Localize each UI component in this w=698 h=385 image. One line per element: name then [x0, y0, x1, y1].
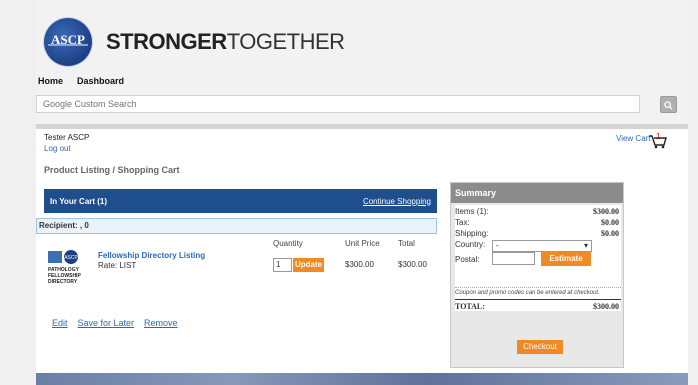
total-value: $300.00 [593, 302, 619, 311]
postal-input[interactable] [492, 252, 535, 265]
line-total: $300.00 [398, 260, 427, 269]
tax-label: Tax: [455, 218, 470, 227]
recipient-text: Recipient: , 0 [39, 221, 89, 230]
unit-price: $300.00 [345, 260, 374, 269]
page: ASCP STRONGERTOGETHER Home Dashboard Tes… [36, 0, 688, 385]
product-name-link[interactable]: Fellowship Directory Listing [98, 251, 205, 260]
summary-title: Summary [451, 183, 623, 203]
nav-dashboard[interactable]: Dashboard [77, 76, 124, 86]
search-button[interactable] [660, 96, 677, 113]
tagline-light: TOGETHER [226, 29, 345, 54]
cart-title: In Your Cart (1) [50, 196, 108, 206]
logo-text: ASCP [51, 32, 85, 47]
view-cart-link[interactable]: View Cart [616, 134, 651, 143]
footer-banner [36, 373, 688, 385]
col-unit-price: Unit Price [345, 239, 380, 248]
continue-shopping-link[interactable]: Continue Shopping [363, 197, 431, 206]
cart-header: In Your Cart (1) Continue Shopping [44, 189, 437, 213]
items-row: Items (1): $300.00 [455, 207, 621, 216]
item-actions: Edit Save for Later Remove [52, 318, 178, 328]
save-for-later-link[interactable]: Save for Later [78, 318, 135, 328]
coupon-note: Coupon and promo codes can be entered at… [455, 287, 621, 296]
svg-text:ASCP: ASCP [64, 255, 78, 261]
search-input[interactable] [37, 96, 639, 112]
country-label: Country: [455, 240, 486, 249]
cart-count-badge: 1 [656, 132, 661, 141]
estimate-button[interactable]: Estimate [541, 252, 591, 266]
breadcrumb: Product Listing / Shopping Cart [44, 165, 180, 175]
tax-value: $0.00 [601, 218, 619, 227]
col-quantity: Quantity [273, 239, 303, 248]
postal-label: Postal: [455, 255, 480, 264]
search-bar [36, 95, 640, 113]
quantity-input[interactable]: 1 [273, 258, 292, 272]
col-total: Total [398, 239, 415, 248]
summary-body: Items (1): $300.00 Tax: $0.00 Shipping: $0.… [455, 205, 621, 311]
search-icon [664, 101, 673, 110]
main-nav: Home Dashboard [38, 76, 124, 86]
recipient-row: Recipient: , 0 [36, 218, 437, 234]
product-image-label: PATHOLOGY FELLOWSHIP DIRECTORY [48, 267, 81, 285]
tagline: STRONGERTOGETHER [106, 29, 345, 55]
items-value: $300.00 [593, 207, 619, 216]
total-label: TOTAL: [455, 302, 485, 311]
product-image[interactable]: ASCP PATHOLOGY FELLOWSHIP DIRECTORY [46, 249, 86, 291]
update-button[interactable]: Update [293, 258, 324, 272]
items-label: Items (1): [455, 207, 489, 216]
remove-link[interactable]: Remove [144, 318, 178, 328]
checkout-button[interactable]: Checkout [517, 340, 563, 354]
shipping-value: $0.00 [601, 229, 619, 238]
product-rate: Rate: LIST [98, 261, 137, 270]
country-select[interactable]: - [492, 240, 592, 252]
logout-link[interactable]: Log out [44, 144, 71, 153]
shipping-label: Shipping: [455, 229, 489, 238]
shipping-row: Shipping: $0.00 [455, 229, 621, 238]
order-summary: Summary Items (1): $300.00 Tax: $0.00 Ship… [450, 182, 624, 368]
tagline-bold: STRONGER [106, 29, 227, 54]
tax-row: Tax: $0.00 [455, 218, 621, 227]
brand-header: ASCP STRONGERTOGETHER [44, 18, 345, 66]
ascp-logo[interactable]: ASCP [44, 18, 92, 66]
postal-row: Postal: [455, 255, 621, 264]
edit-link[interactable]: Edit [52, 318, 68, 328]
nav-home[interactable]: Home [38, 76, 63, 86]
cart-panel: Tester ASCP Log out View Cart 1 Product … [36, 129, 688, 373]
user-name: Tester ASCP [44, 133, 90, 142]
total-row: TOTAL: $300.00 [455, 299, 621, 311]
